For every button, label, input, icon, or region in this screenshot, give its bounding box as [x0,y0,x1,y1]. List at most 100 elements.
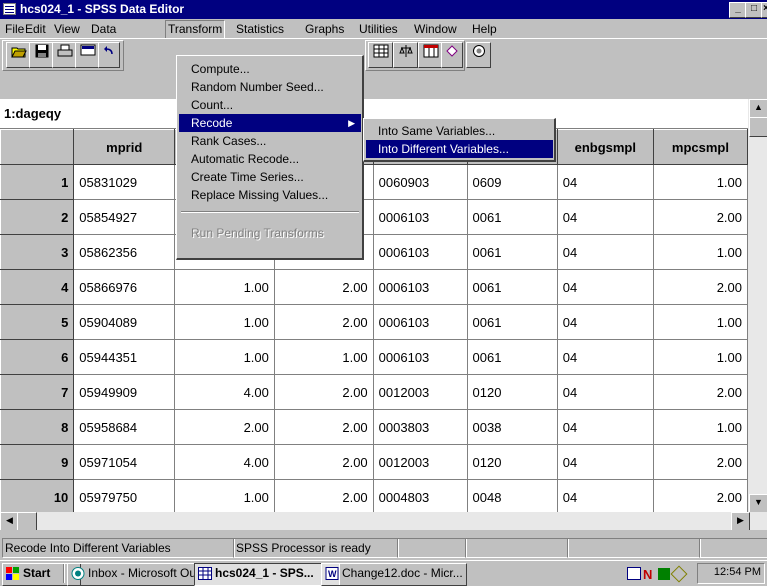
data-cell[interactable]: 2.00 [652,444,748,480]
horizontal-scroll-thumb[interactable] [17,512,37,531]
menu-item-random-number-seed[interactable]: Random Number Seed... [179,78,361,96]
data-cell[interactable]: 1.00 [174,304,275,340]
data-cell[interactable]: 0609 [466,164,558,200]
data-cell[interactable]: 05862356 [73,234,176,270]
data-cell[interactable]: 1.00 [652,304,748,340]
data-cell[interactable]: 04 [556,444,654,480]
data-cell[interactable]: 0006103 [372,339,468,375]
data-cell[interactable]: 2.00 [273,304,374,340]
menu-help[interactable]: Help [472,21,497,37]
data-cell[interactable]: 05866976 [73,269,176,305]
data-cell[interactable]: 0006103 [372,304,468,340]
menu-window[interactable]: Window [414,21,457,37]
menu-item-automatic-recode[interactable]: Automatic Recode... [179,150,361,168]
data-cell[interactable]: 1.00 [174,479,275,512]
data-cell[interactable]: 2.00 [652,374,748,410]
row-header[interactable]: 8 [0,409,75,445]
data-cell[interactable]: 04 [556,339,654,375]
data-cell[interactable]: 1.00 [652,234,748,270]
data-cell[interactable]: 0061 [466,234,558,270]
data-cell[interactable]: 1.00 [174,339,275,375]
corner-cell[interactable] [0,129,75,165]
menu-item-into-different-variables[interactable]: Into Different Variables... [366,140,553,158]
data-cell[interactable]: 0012003 [372,444,468,480]
data-cell[interactable]: 0120 [466,374,558,410]
spss-app-icon[interactable] [3,3,16,15]
menu-item-create-time-series[interactable]: Create Time Series... [179,168,361,186]
vertical-scrollbar[interactable]: ▲ ▼ [748,99,767,513]
data-cell[interactable]: 05958684 [73,409,176,445]
data-cell[interactable]: 2.00 [273,479,374,512]
data-cell[interactable]: 4.00 [174,444,275,480]
column-header[interactable]: mprid [73,129,176,165]
split-file-icon[interactable] [393,42,418,68]
data-cell[interactable]: 0061 [466,199,558,235]
data-cell[interactable]: 0060903 [372,164,468,200]
select-cases-icon[interactable] [418,42,443,68]
data-cell[interactable]: 04 [556,374,654,410]
data-cell[interactable]: 04 [556,234,654,270]
data-cell[interactable]: 0006103 [372,199,468,235]
menu-item-count[interactable]: Count... [179,96,361,114]
menu-item-recode[interactable]: Recode ▶ [179,114,361,132]
data-cell[interactable]: 0006103 [372,234,468,270]
data-cell[interactable]: 2.00 [652,479,748,512]
data-cell[interactable]: 2.00 [273,444,374,480]
data-cell[interactable]: 1.00 [652,164,748,200]
task-word[interactable]: W Change12.doc - Micr... [321,563,467,586]
row-header[interactable]: 5 [0,304,75,340]
data-cell[interactable]: 0061 [466,269,558,305]
data-cell[interactable]: 05854927 [73,199,176,235]
menu-statistics[interactable]: Statistics [236,21,284,37]
data-cell[interactable]: 1.00 [273,339,374,375]
column-header[interactable]: enbgsmpl [556,129,654,165]
column-header[interactable]: mpcsmpl [652,129,748,165]
data-cell[interactable]: 05949909 [73,374,176,410]
data-cell[interactable]: 04 [556,304,654,340]
menu-utilities[interactable]: Utilities [359,21,398,37]
scroll-up-icon[interactable]: ▲ [749,99,767,118]
data-cell[interactable]: 0048 [466,479,558,512]
task-inbox[interactable]: Inbox - Microsoft Outl... [67,563,213,586]
close-button[interactable]: × [761,2,767,18]
row-header[interactable]: 1 [0,164,75,200]
scroll-down-icon[interactable]: ▼ [749,494,767,513]
tray-volume-icon[interactable] [670,565,688,583]
tray-app-icon[interactable] [627,567,641,580]
data-cell[interactable]: 04 [556,269,654,305]
horizontal-scrollbar[interactable]: ◀ ▶ [0,512,767,531]
row-header[interactable]: 7 [0,374,75,410]
vertical-scroll-thumb[interactable] [749,117,767,137]
menu-data[interactable]: Data [91,21,116,37]
open-file-icon[interactable] [6,42,31,68]
menu-view[interactable]: View [54,21,80,37]
menu-item-replace-missing-values[interactable]: Replace Missing Values... [179,186,361,204]
print-icon[interactable] [52,42,77,68]
data-cell[interactable]: 0120 [466,444,558,480]
data-cell[interactable]: 0038 [466,409,558,445]
row-header[interactable]: 6 [0,339,75,375]
data-cell[interactable]: 0012003 [372,374,468,410]
save-file-icon[interactable] [29,42,54,68]
data-cell[interactable]: 2.00 [652,269,748,305]
task-spss[interactable]: hcs024_1 - SPS... [194,563,340,586]
data-cell[interactable]: 04 [556,409,654,445]
data-cell[interactable]: 1.00 [652,409,748,445]
data-cell[interactable]: 2.00 [174,409,275,445]
menu-edit[interactable]: Edit [25,21,46,37]
data-cell[interactable]: 1.00 [652,339,748,375]
row-header[interactable]: 9 [0,444,75,480]
data-cell[interactable]: 1.00 [174,269,275,305]
data-cell[interactable]: 0003803 [372,409,468,445]
data-cell[interactable]: 0061 [466,304,558,340]
data-cell[interactable]: 04 [556,164,654,200]
data-cell[interactable]: 05971054 [73,444,176,480]
tray-network-icon[interactable] [658,568,670,580]
data-cell[interactable]: 4.00 [174,374,275,410]
menu-item-rank-cases[interactable]: Rank Cases... [179,132,361,150]
data-cell[interactable]: 2.00 [273,269,374,305]
clock[interactable]: 12:54 PM [714,566,761,578]
row-header[interactable]: 4 [0,269,75,305]
row-header[interactable]: 3 [0,234,75,270]
scroll-right-icon[interactable]: ▶ [731,512,750,531]
